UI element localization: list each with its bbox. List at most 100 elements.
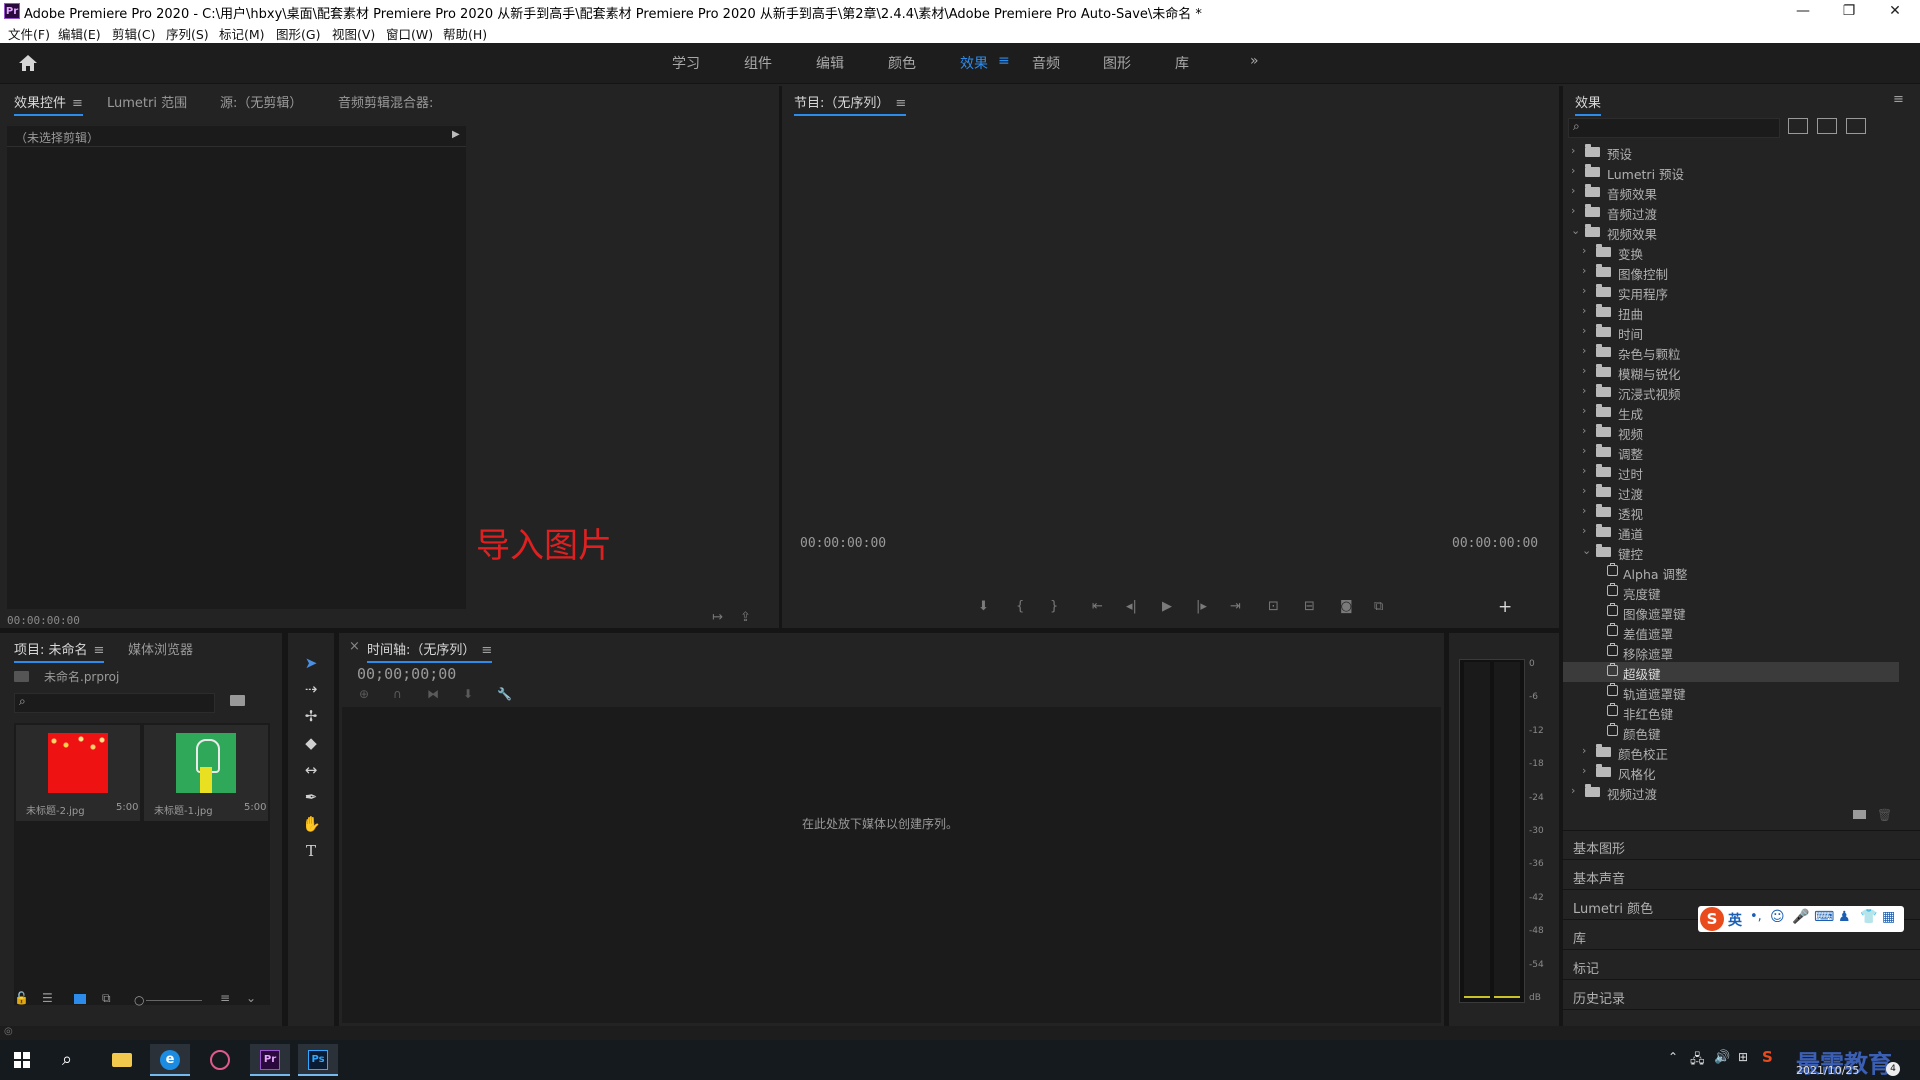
workspace-tab-color[interactable]: 颜色 [888, 53, 916, 73]
effect-item[interactable]: 颜色键 [1563, 722, 1899, 742]
voice-icon[interactable]: 🎤 [1792, 909, 1809, 925]
menu-view[interactable]: 视图(V) [332, 24, 375, 43]
zoom-slider-handle[interactable]: ○ [134, 993, 144, 1007]
effect-folder[interactable]: › 模糊与锐化 [1563, 362, 1899, 382]
project-item[interactable]: 未标题-2.jpg 5:00 [16, 725, 140, 821]
menu-marker[interactable]: 标记(M) [219, 24, 265, 43]
tab-lumetri-scopes[interactable]: Lumetri 范围 [107, 92, 187, 111]
panel-menu-icon[interactable]: ≡ [895, 96, 906, 111]
chevron-right-icon[interactable]: › [1571, 144, 1581, 157]
panel-menu-icon[interactable]: ≡ [72, 96, 83, 111]
compare-view-icon[interactable]: ⧉ [1374, 599, 1383, 614]
section-essential-graphics[interactable]: 基本图形 [1573, 838, 1625, 857]
chevron-right-icon[interactable]: › [1582, 284, 1592, 297]
32bit-effects-icon[interactable] [1817, 118, 1837, 134]
chevron-right-icon[interactable]: › [1582, 344, 1592, 357]
minimize-button[interactable]: — [1780, 0, 1826, 22]
type-tool-icon[interactable]: T [302, 842, 320, 860]
expand-arrow-icon[interactable]: ▶ [452, 129, 460, 140]
lift-icon[interactable]: ⊡ [1268, 599, 1279, 614]
menu-file[interactable]: 文件(F) [8, 24, 50, 43]
tab-effects[interactable]: 效果 [1575, 92, 1602, 116]
step-back-icon[interactable]: ◂| [1126, 599, 1137, 614]
app-icon[interactable] [200, 1044, 240, 1076]
section-libraries[interactable]: 库 [1573, 928, 1586, 947]
chevron-right-icon[interactable]: › [1582, 244, 1592, 257]
section-history[interactable]: 历史记录 [1573, 988, 1625, 1007]
chevron-right-icon[interactable]: › [1582, 304, 1592, 317]
workspace-tab-editing[interactable]: 编辑 [816, 53, 844, 73]
tray-chevron-up-icon[interactable]: ⌃ [1668, 1050, 1678, 1064]
workspace-tab-audio[interactable]: 音频 [1032, 53, 1060, 73]
effect-folder[interactable]: › 透视 [1563, 502, 1899, 522]
chevron-right-icon[interactable]: › [1582, 404, 1592, 417]
effect-folder[interactable]: › 扭曲 [1563, 302, 1899, 322]
sort-icon[interactable]: ≡ [220, 991, 230, 1005]
timeline-timecode[interactable]: 00;00;00;00 [357, 665, 456, 683]
yuv-effects-icon[interactable] [1846, 118, 1866, 134]
tab-timeline[interactable]: 时间轴:（无序列） ≡ [367, 639, 493, 663]
timeline-drop-area[interactable]: 在此处放下媒体以创建序列。 [342, 707, 1441, 1023]
chevron-right-icon[interactable]: › [1582, 364, 1592, 377]
goto-in-icon[interactable]: ↦ [712, 610, 723, 625]
chevron-down-icon[interactable]: ⌄ [1571, 224, 1581, 237]
zoom-slider-track[interactable] [146, 1000, 202, 1001]
workspace-tab-libraries[interactable]: 库 [1175, 53, 1189, 73]
add-marker-icon[interactable]: ⬇ [463, 687, 473, 701]
effect-folder[interactable]: › 音频过渡 [1563, 202, 1899, 222]
chevron-right-icon[interactable]: › [1582, 464, 1592, 477]
program-timecode-current[interactable]: 00:00:00:00 [800, 536, 886, 551]
go-to-in-icon[interactable]: ⇤ [1092, 599, 1103, 614]
tray-date[interactable]: 2021/10/25 [1796, 1064, 1859, 1077]
volume-icon[interactable]: 🔊 [1714, 1050, 1730, 1065]
effect-folder[interactable]: › 音频效果 [1563, 182, 1899, 202]
effect-folder[interactable]: › 实用程序 [1563, 282, 1899, 302]
pen-tool-icon[interactable]: ✒ [302, 788, 320, 806]
chevron-right-icon[interactable]: › [1571, 184, 1581, 197]
menu-clip[interactable]: 剪辑(C) [112, 24, 155, 43]
slip-tool-icon[interactable]: ↔ [302, 761, 320, 779]
chevron-down-icon[interactable]: ⌄ [246, 991, 256, 1005]
effect-folder[interactable]: ⌄ 视频效果 [1563, 222, 1899, 242]
edge-icon[interactable]: e [150, 1044, 190, 1076]
project-item[interactable]: 未标题-1.jpg 5:00 [144, 725, 268, 821]
tab-media-browser[interactable]: 媒体浏览器 [128, 639, 193, 658]
new-bin-icon[interactable] [1853, 810, 1866, 819]
workspace-tab-learn[interactable]: 学习 [672, 53, 700, 73]
effect-item[interactable]: 亮度键 [1563, 582, 1899, 602]
effect-folder[interactable]: › Lumetri 预设 [1563, 162, 1899, 182]
effect-folder[interactable]: › 时间 [1563, 322, 1899, 342]
chevron-right-icon[interactable]: › [1571, 204, 1581, 217]
sogou-tray-icon[interactable]: S [1762, 1048, 1773, 1066]
notification-badge[interactable]: 4 [1886, 1062, 1900, 1076]
chevron-right-icon[interactable]: › [1582, 744, 1592, 757]
icon-view-icon[interactable] [74, 994, 86, 1004]
extract-icon[interactable]: ⊟ [1304, 599, 1315, 614]
workspace-overflow-icon[interactable]: » [1250, 53, 1259, 69]
effect-item[interactable]: 超级键 [1563, 662, 1899, 682]
mark-out-icon[interactable]: } [1050, 599, 1058, 614]
effect-folder[interactable]: › 视频过渡 [1563, 782, 1899, 802]
menu-edit[interactable]: 编辑(E) [58, 24, 101, 43]
premiere-taskbar-icon[interactable]: Pr [250, 1044, 290, 1076]
section-markers[interactable]: 标记 [1573, 958, 1599, 977]
chevron-right-icon[interactable]: › [1582, 264, 1592, 277]
tab-project[interactable]: 项目: 未命名 ≡ [14, 639, 105, 663]
close-button[interactable]: ✕ [1872, 0, 1918, 22]
effect-item[interactable]: Alpha 调整 [1563, 562, 1899, 582]
effect-folder[interactable]: › 过渡 [1563, 482, 1899, 502]
ripple-edit-tool-icon[interactable]: ✢ [302, 707, 320, 725]
tab-program[interactable]: 节目:（无序列） ≡ [794, 92, 907, 116]
nest-icon[interactable]: ⊕ [359, 687, 369, 701]
panel-menu-icon[interactable]: ≡ [481, 643, 492, 658]
chevron-right-icon[interactable]: › [1582, 444, 1592, 457]
linked-selection-icon[interactable]: ⧓ [427, 687, 439, 701]
panel-menu-icon[interactable]: ≡ [94, 643, 105, 658]
chevron-right-icon[interactable]: › [1582, 424, 1592, 437]
hand-tool-icon[interactable]: ✋ [302, 815, 321, 833]
effect-item[interactable]: 轨道遮罩键 [1563, 682, 1899, 702]
snap-icon[interactable]: ∩ [393, 687, 402, 701]
export-frame-icon[interactable]: ◙ [1340, 599, 1353, 614]
restore-button[interactable]: ❐ [1826, 0, 1872, 22]
list-view-icon[interactable]: ☰ [42, 991, 53, 1005]
